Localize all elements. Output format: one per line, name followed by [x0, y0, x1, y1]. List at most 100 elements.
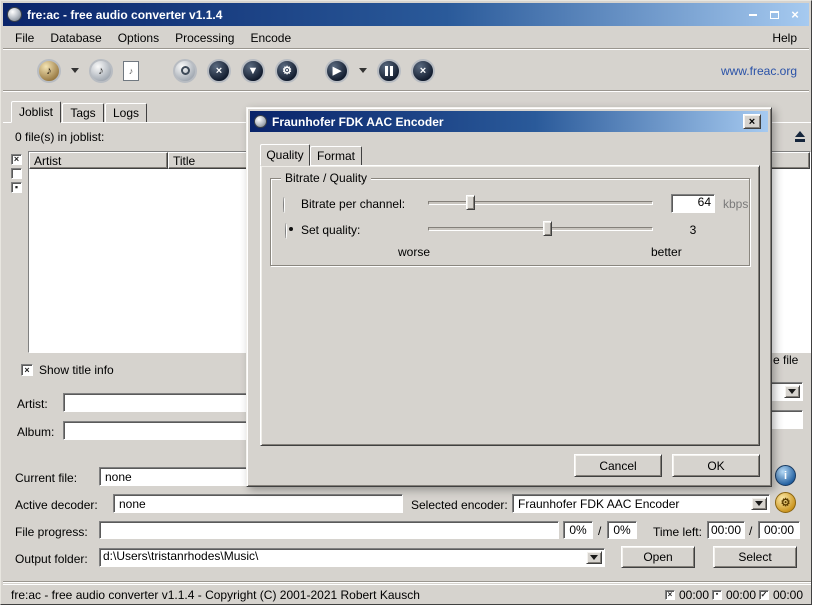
- chevron-down-icon: [755, 501, 763, 506]
- tab-joblist[interactable]: Joblist: [11, 101, 61, 123]
- column-artist[interactable]: Artist: [29, 152, 168, 169]
- statusbar-time-2-value: 00:00: [726, 588, 756, 602]
- website-link[interactable]: www.freac.org: [721, 64, 797, 78]
- dialog-tab-format[interactable]: Format: [310, 146, 362, 166]
- progress-total-percent: 0%: [607, 521, 637, 539]
- album-label: Album:: [17, 425, 54, 439]
- tab-logs-label: Logs: [113, 106, 139, 120]
- remove-entry-button[interactable]: ×: [207, 59, 231, 83]
- menu-file[interactable]: File: [7, 29, 42, 47]
- toggle-selection-button[interactable]: ▪: [11, 182, 22, 193]
- time-track-value: 00:00: [711, 523, 741, 537]
- group-title: Bitrate / Quality: [281, 171, 371, 185]
- start-encoding-button[interactable]: ▶: [325, 59, 349, 83]
- tab-logs[interactable]: Logs: [105, 103, 147, 123]
- output-folder-combo[interactable]: [99, 548, 605, 567]
- quality-slider[interactable]: [428, 221, 653, 237]
- tab-tags[interactable]: Tags: [62, 103, 104, 123]
- bitrate-value-field[interactable]: [671, 194, 715, 213]
- dialog-tab-quality[interactable]: Quality: [260, 144, 310, 166]
- time-icon-2: ▪: [712, 590, 722, 600]
- statusbar-time-1: × 00:00: [665, 588, 709, 602]
- time-icon-3: ✓: [759, 590, 769, 600]
- titlebar[interactable]: fre:ac - free audio converter v1.1.4 ×: [3, 3, 809, 26]
- window-title: fre:ac - free audio converter v1.1.4: [27, 8, 222, 22]
- open-joblist-button[interactable]: ♪: [123, 61, 139, 81]
- encoder-config-dialog: Fraunhofer FDK AAC Encoder × Quality For…: [246, 107, 772, 487]
- dialog-close-button[interactable]: ×: [743, 114, 761, 129]
- maximize-button[interactable]: [767, 8, 781, 21]
- output-folder-input[interactable]: [100, 549, 604, 563]
- time-total-field: 00:00: [758, 521, 800, 539]
- divider: [3, 90, 809, 92]
- statusbar-time-1-value: 00:00: [679, 588, 709, 602]
- current-file-value: none: [105, 470, 132, 484]
- ok-button-label: OK: [707, 459, 724, 473]
- bitrate-quality-group: Bitrate / Quality Bitrate per channel: k…: [270, 178, 750, 266]
- cddb-submit-button[interactable]: ▼: [241, 59, 265, 83]
- menu-options[interactable]: Options: [110, 29, 167, 47]
- bitrate-slider-thumb[interactable]: [466, 195, 475, 210]
- add-files-button[interactable]: ♪: [37, 59, 61, 83]
- file-progress-label: File progress:: [15, 525, 88, 539]
- bitrate-unit-label: kbps: [723, 197, 748, 211]
- chevron-down-icon: [590, 555, 598, 560]
- cddb-query-button[interactable]: [173, 59, 197, 83]
- dialog-tab-format-label: Format: [317, 149, 355, 163]
- bitrate-radio[interactable]: [283, 197, 285, 213]
- time-icon-1: ×: [665, 590, 675, 600]
- add-cd-button[interactable]: ♪: [89, 59, 113, 83]
- select-all-button[interactable]: ×: [11, 154, 22, 165]
- select-button-label: Select: [738, 550, 771, 564]
- selected-encoder-combo[interactable]: Fraunhofer FDK AAC Encoder: [512, 494, 770, 513]
- tab-tags-label: Tags: [70, 106, 95, 120]
- progress-track-value: 0%: [569, 523, 586, 537]
- dialog-title: Fraunhofer FDK AAC Encoder: [272, 115, 444, 129]
- select-none-button[interactable]: [11, 168, 22, 179]
- add-files-dropdown-icon[interactable]: [71, 68, 79, 73]
- quality-radio[interactable]: [285, 223, 287, 239]
- genre-dropdown-button[interactable]: [784, 385, 800, 398]
- encode-dropdown-icon[interactable]: [359, 68, 367, 73]
- chevron-down-icon: [788, 389, 796, 394]
- select-folder-button[interactable]: Select: [713, 546, 797, 568]
- quality-slider-thumb[interactable]: [543, 221, 552, 236]
- menu-database[interactable]: Database: [42, 29, 109, 47]
- ok-button[interactable]: OK: [672, 454, 760, 477]
- dialog-titlebar[interactable]: Fraunhofer FDK AAC Encoder ×: [250, 111, 768, 132]
- open-button-label: Open: [643, 550, 672, 564]
- eject-button[interactable]: [791, 128, 809, 144]
- active-decoder-value: none: [119, 497, 146, 511]
- statusbar-time-3-value: 00:00: [773, 588, 803, 602]
- file-progress-bar: [99, 521, 559, 539]
- output-folder-label: Output folder:: [15, 552, 88, 566]
- minimize-button[interactable]: [746, 8, 760, 21]
- tab-joblist-label: Joblist: [19, 105, 53, 119]
- settings-button[interactable]: ⚙: [275, 59, 299, 83]
- bitrate-slider[interactable]: [428, 195, 653, 211]
- time-left-label: Time left:: [653, 525, 702, 539]
- close-button[interactable]: ×: [788, 8, 802, 21]
- menu-encode[interactable]: Encode: [242, 29, 299, 47]
- encoder-dropdown-button[interactable]: [751, 497, 767, 510]
- pause-icon: [385, 66, 393, 76]
- current-file-label: Current file:: [15, 471, 77, 485]
- time-total-value: 00:00: [764, 523, 794, 537]
- better-label: better: [651, 245, 682, 259]
- stop-encoding-button[interactable]: ×: [411, 59, 435, 83]
- cancel-button[interactable]: Cancel: [574, 454, 662, 477]
- configure-encoder-button[interactable]: ⚙: [775, 492, 796, 513]
- open-folder-button[interactable]: Open: [621, 546, 695, 568]
- output-folder-dropdown-button[interactable]: [586, 551, 602, 564]
- toolbar: ♪ ♪ ♪ × ▼ ⚙ ▶ × www.freac.org: [3, 51, 809, 90]
- info-button[interactable]: i: [775, 465, 796, 486]
- divider: [3, 48, 809, 50]
- dialog-tab-quality-label: Quality: [266, 148, 303, 162]
- statusbar-time-2: ▪ 00:00: [712, 588, 756, 602]
- bitrate-value-input[interactable]: [672, 195, 714, 209]
- pause-encoding-button[interactable]: [377, 59, 401, 83]
- show-title-info-checkbox[interactable]: ×: [21, 364, 33, 376]
- menu-help[interactable]: Help: [764, 29, 805, 47]
- menu-processing[interactable]: Processing: [167, 29, 242, 47]
- joblist-count: 0 file(s) in joblist:: [15, 130, 104, 144]
